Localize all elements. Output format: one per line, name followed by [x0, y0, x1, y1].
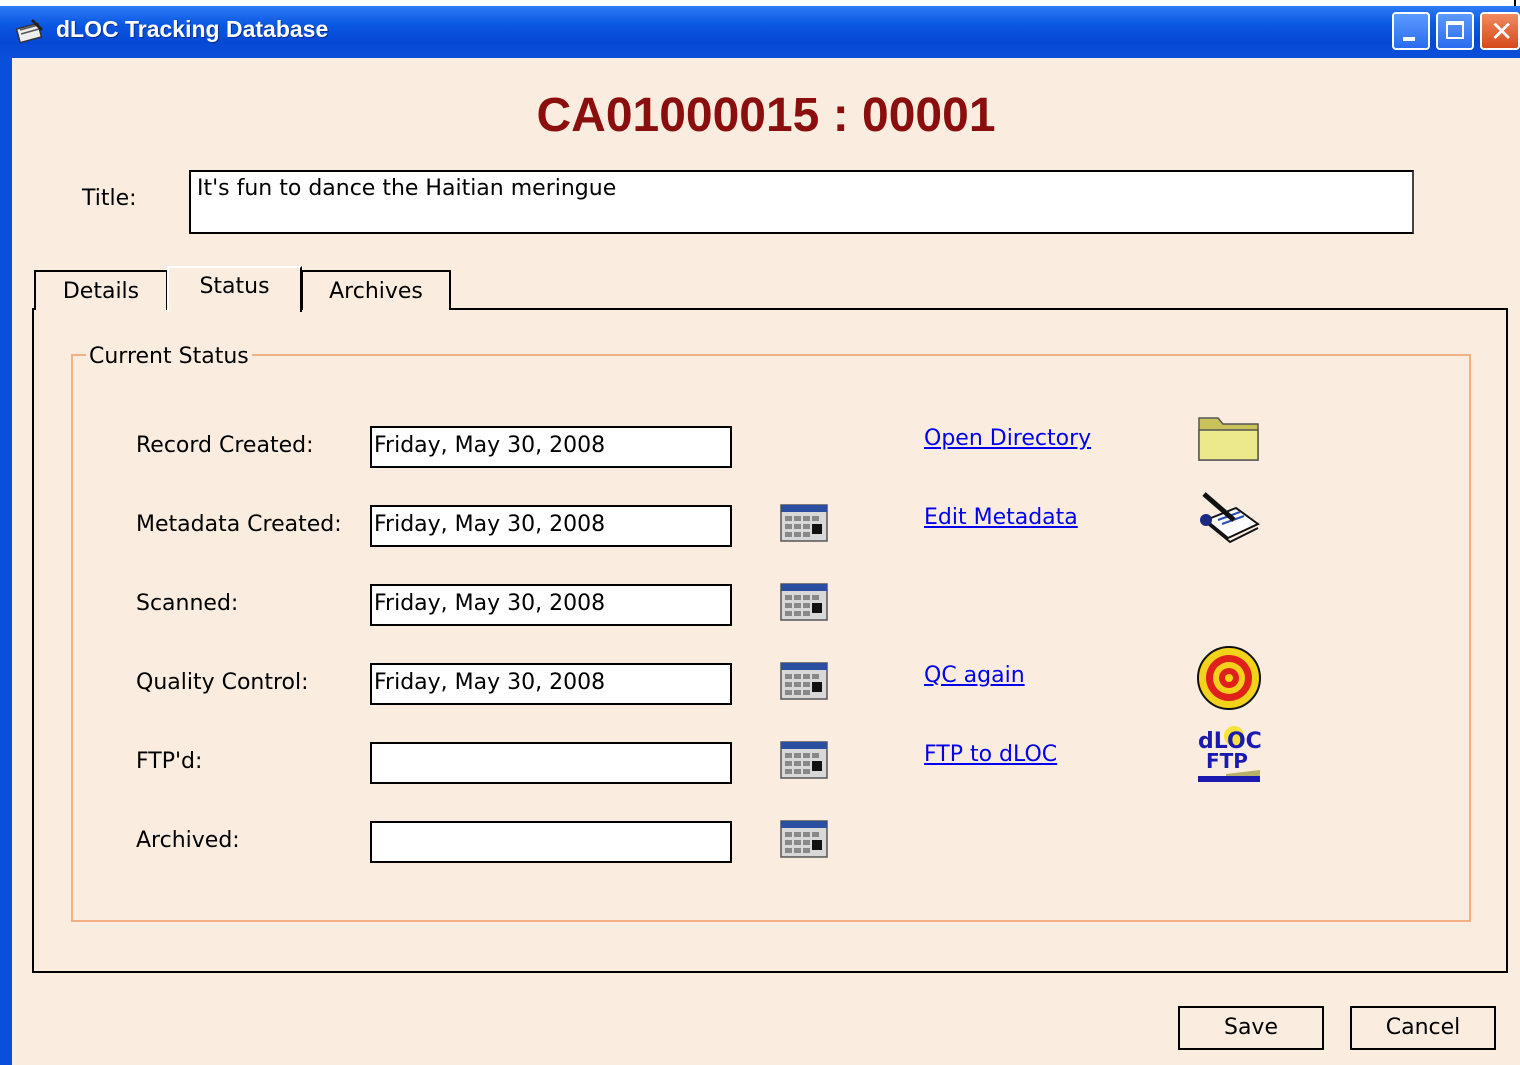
calendar-icon[interactable] — [780, 741, 828, 779]
app-icon — [15, 18, 44, 44]
edit-metadata-link[interactable]: Edit Metadata — [924, 505, 1078, 530]
scanned-label: Scanned: — [136, 591, 239, 616]
archived-date-field[interactable] — [370, 821, 732, 863]
archived-label: Archived: — [136, 828, 240, 853]
window-title: dLOC Tracking Database — [56, 16, 329, 42]
record-created-date-field[interactable]: Friday, May 30, 2008 — [370, 426, 732, 468]
qc-again-link[interactable]: QC again — [924, 663, 1025, 688]
minimize-button[interactable] — [1392, 12, 1430, 50]
record-created-label: Record Created: — [136, 433, 314, 458]
metadata-created-label: Metadata Created: — [136, 512, 342, 537]
title-label: Title: — [82, 186, 137, 211]
calendar-icon[interactable] — [780, 583, 828, 621]
close-button[interactable]: ✕ — [1480, 12, 1520, 50]
tab-archives[interactable]: Archives — [301, 270, 451, 310]
record-id-heading: CA01000015 : 00001 — [536, 89, 996, 142]
ftpd-date-field[interactable] — [370, 742, 732, 784]
maximize-button[interactable] — [1436, 12, 1474, 50]
ftp-logo-ftp: FTP — [1206, 749, 1248, 773]
open-directory-link[interactable]: Open Directory — [924, 426, 1091, 451]
target-icon[interactable] — [1196, 645, 1262, 711]
cancel-button[interactable]: Cancel — [1350, 1006, 1496, 1050]
scanned-date-field[interactable]: Friday, May 30, 2008 — [370, 584, 732, 626]
tab-status[interactable]: Status — [167, 266, 302, 312]
app-window: dLOC Tracking Database ✕ CA01000015 : 00… — [0, 6, 1520, 1065]
quality-control-date-field[interactable]: Friday, May 30, 2008 — [370, 663, 732, 705]
quality-control-label: Quality Control: — [136, 670, 309, 695]
calendar-icon[interactable] — [780, 662, 828, 700]
calendar-icon[interactable] — [780, 504, 828, 542]
tab-details[interactable]: Details — [34, 270, 168, 310]
save-button[interactable]: Save — [1178, 1006, 1324, 1050]
edit-metadata-icon[interactable] — [1196, 490, 1262, 550]
ftpd-label: FTP'd: — [136, 749, 203, 774]
ftp-to-dloc-link[interactable]: FTP to dLOC — [924, 742, 1057, 767]
folder-icon[interactable] — [1196, 410, 1262, 464]
title-bar[interactable]: dLOC Tracking Database ✕ — [0, 6, 1520, 58]
group-legend: Current Status — [86, 344, 252, 369]
title-field[interactable]: It's fun to dance the Haitian meringue — [189, 170, 1414, 234]
calendar-icon[interactable] — [780, 820, 828, 858]
dloc-ftp-icon[interactable]: dLOC FTP — [1196, 722, 1262, 790]
metadata-created-date-field[interactable]: Friday, May 30, 2008 — [370, 505, 732, 547]
close-icon: ✕ — [1490, 15, 1514, 48]
client-area: CA01000015 : 00001 Title: It's fun to da… — [12, 58, 1520, 1065]
